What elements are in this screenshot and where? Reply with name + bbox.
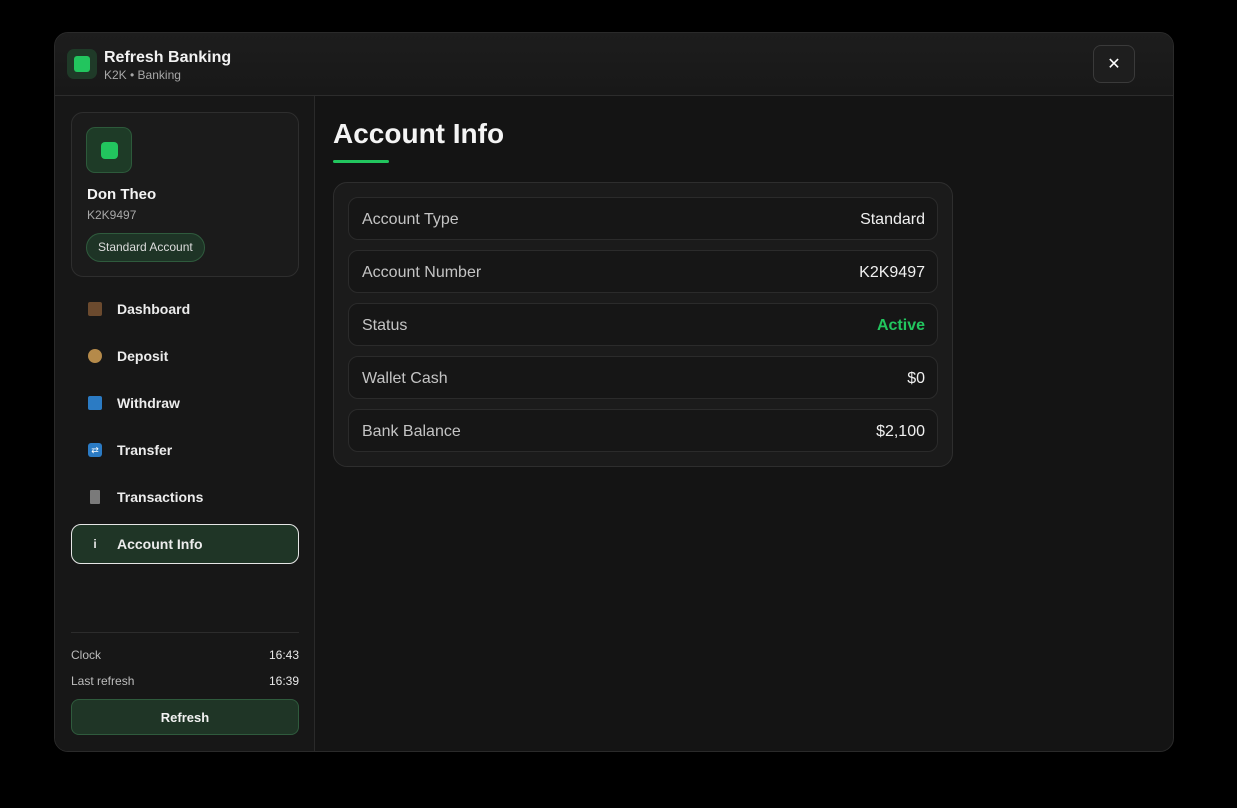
sidebar-item-account-info[interactable]: i Account Info bbox=[71, 524, 299, 564]
info-value: Standard bbox=[860, 211, 925, 228]
sidebar-item-deposit[interactable]: Deposit bbox=[71, 336, 299, 376]
info-label: Status bbox=[362, 317, 408, 334]
last-refresh-label: Last refresh bbox=[71, 674, 135, 688]
profile-name: Don Theo bbox=[87, 186, 157, 203]
sidebar-item-label: Account Info bbox=[117, 536, 203, 552]
sidebar-item-label: Withdraw bbox=[117, 395, 180, 411]
close-icon: ✕ bbox=[1107, 56, 1121, 73]
sidebar: Don Theo K2K9497 Standard Account Dashbo… bbox=[55, 96, 315, 751]
banking-window: Refresh Banking K2K • Banking ✕ Don Theo… bbox=[54, 32, 1174, 752]
main-content: Account Info Account Type Standard Accou… bbox=[315, 96, 1173, 751]
receipt-icon bbox=[90, 490, 100, 504]
clock-label: Clock bbox=[71, 648, 102, 662]
money-bag-icon bbox=[88, 349, 102, 363]
app-subtitle: K2K • Banking bbox=[104, 68, 181, 82]
last-refresh-row: Last refresh 16:39 bbox=[71, 673, 299, 699]
info-row-account-type: Account Type Standard bbox=[348, 197, 938, 240]
close-button[interactable]: ✕ bbox=[1093, 45, 1135, 83]
sidebar-item-label: Transfer bbox=[117, 442, 173, 458]
last-refresh-value: 16:39 bbox=[268, 674, 299, 688]
sidebar-item-label: Dashboard bbox=[117, 301, 191, 317]
divider bbox=[71, 632, 299, 633]
info-label: Account Number bbox=[362, 264, 482, 281]
info-row-bank-balance: Bank Balance $2,100 bbox=[348, 409, 938, 452]
info-label: Bank Balance bbox=[362, 423, 461, 440]
info-value: $0 bbox=[907, 370, 925, 387]
info-value: $2,100 bbox=[876, 423, 925, 440]
info-row-account-number: Account Number K2K9497 bbox=[348, 250, 938, 293]
sidebar-item-label: Deposit bbox=[117, 348, 169, 364]
clock-value: 16:43 bbox=[268, 648, 299, 662]
info-row-wallet-cash: Wallet Cash $0 bbox=[348, 356, 938, 399]
sidebar-item-transactions[interactable]: Transactions bbox=[71, 477, 299, 517]
status-value: Active bbox=[876, 317, 925, 334]
sidebar-item-withdraw[interactable]: Withdraw bbox=[71, 383, 299, 423]
refresh-button[interactable]: Refresh bbox=[71, 699, 299, 735]
info-icon: i bbox=[93, 537, 97, 551]
app-title: Refresh Banking bbox=[104, 49, 232, 66]
house-icon bbox=[88, 302, 102, 316]
info-value: K2K9497 bbox=[859, 264, 925, 281]
sidebar-nav: Dashboard Deposit Withdraw ⇄ Transfer Tr… bbox=[71, 289, 299, 571]
app-logo-icon bbox=[67, 49, 97, 79]
sidebar-item-label: Transactions bbox=[117, 489, 204, 505]
title-bar: Refresh Banking K2K • Banking ✕ bbox=[55, 33, 1173, 96]
profile-id: K2K9497 bbox=[87, 208, 137, 222]
info-row-status: Status Active bbox=[348, 303, 938, 346]
transfer-icon: ⇄ bbox=[88, 443, 102, 457]
profile-card: Don Theo K2K9497 Standard Account bbox=[71, 112, 299, 277]
info-label: Wallet Cash bbox=[362, 370, 448, 387]
sidebar-item-dashboard[interactable]: Dashboard bbox=[71, 289, 299, 329]
sidebar-footer: Clock 16:43 Last refresh 16:39 Refresh bbox=[71, 632, 299, 735]
title-underline bbox=[333, 160, 389, 163]
info-label: Account Type bbox=[362, 211, 459, 228]
avatar bbox=[86, 127, 132, 173]
account-info-card: Account Type Standard Account Number K2K… bbox=[333, 182, 953, 467]
page-title: Account Info bbox=[333, 118, 505, 149]
clock-row: Clock 16:43 bbox=[71, 647, 299, 673]
atm-icon bbox=[88, 396, 102, 410]
sidebar-item-transfer[interactable]: ⇄ Transfer bbox=[71, 430, 299, 470]
account-type-badge: Standard Account bbox=[86, 233, 205, 262]
